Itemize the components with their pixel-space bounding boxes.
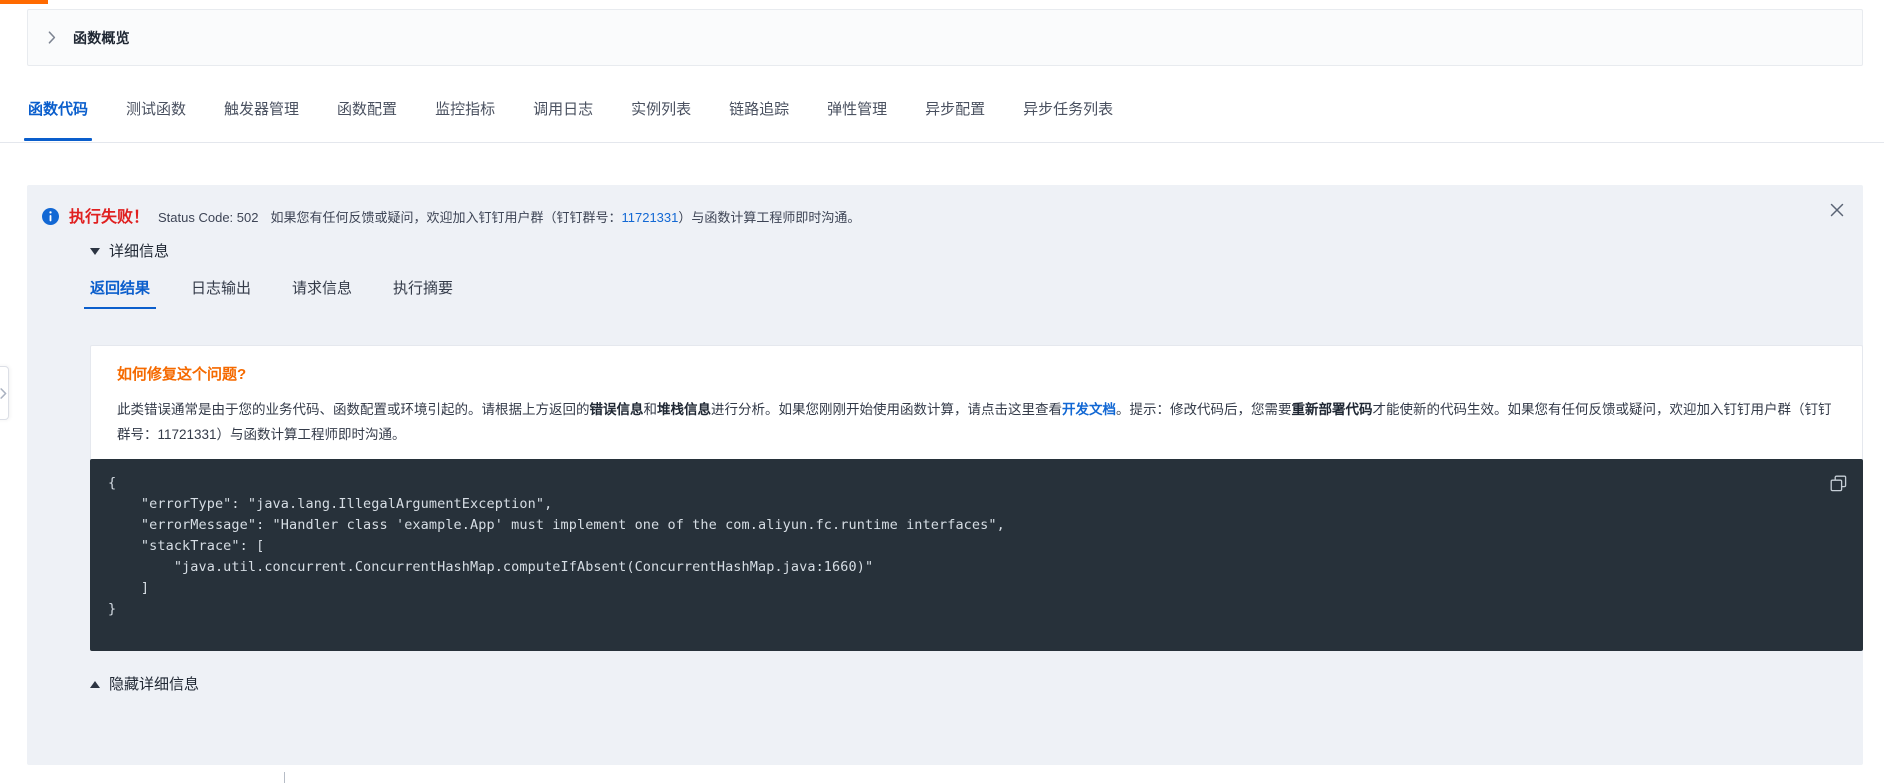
fix-text-4: 。提示：修改代码后，您需要 (1116, 402, 1292, 417)
error-json-block: { "errorType": "java.lang.IllegalArgumen… (90, 459, 1863, 651)
hide-details-toggle[interactable]: 隐藏详细信息 (90, 677, 199, 692)
error-json-content: { "errorType": "java.lang.IllegalArgumen… (108, 475, 1005, 617)
main-tabbar: 函数代码 测试函数 触发器管理 函数配置 监控指标 调用日志 实例列表 链路追踪… (0, 96, 1884, 143)
chevron-right-icon (0, 387, 7, 399)
page-loading-strip (0, 0, 48, 4)
alert-message-prefix: 如果您有任何反馈或疑问，欢迎加入钉钉用户群（钉钉群号： (270, 210, 622, 225)
subtab-log-output[interactable]: 日志输出 (191, 281, 251, 309)
fix-text-3: 进行分析。如果您刚刚开始使用函数计算，请点击这里查看 (711, 402, 1062, 417)
fix-text-2: 和 (643, 402, 658, 417)
tab-monitoring-metrics[interactable]: 监控指标 (435, 96, 495, 117)
tab-async-task-list[interactable]: 异步任务列表 (1023, 96, 1113, 117)
alert-message: Status Code: 502 如果您有任何反馈或疑问，欢迎加入钉钉用户群（钉钉… (158, 207, 860, 226)
bottom-divider-mark (284, 772, 285, 783)
close-icon[interactable] (1826, 199, 1848, 221)
how-to-fix-body: 此类错误通常是由于您的业务代码、函数配置或环境引起的。请根据上方返回的错误信息和… (117, 397, 1836, 447)
sidebar-expand-handle[interactable] (0, 366, 9, 420)
tab-trigger-management[interactable]: 触发器管理 (224, 96, 299, 117)
alert-message-suffix: ）与函数计算工程师即时沟通。 (678, 210, 861, 225)
details-toggle-label: 详细信息 (109, 243, 170, 260)
tab-test-function[interactable]: 测试函数 (126, 96, 186, 117)
developer-docs-link[interactable]: 开发文档 (1062, 402, 1116, 417)
how-to-fix-card: 如何修复这个问题? 此类错误通常是由于您的业务代码、函数配置或环境引起的。请根据… (90, 345, 1863, 468)
function-overview-panel[interactable]: 函数概览 (27, 9, 1863, 66)
tab-instance-list[interactable]: 实例列表 (631, 96, 691, 117)
subtab-request-info[interactable]: 请求信息 (292, 281, 352, 309)
alert-title: 执行失败！ (69, 209, 150, 226)
copy-icon[interactable] (1827, 472, 1849, 494)
subtab-execution-summary[interactable]: 执行摘要 (393, 281, 453, 309)
dingtalk-group-link[interactable]: 11721331 (622, 210, 679, 225)
execution-failure-alert: 执行失败！ Status Code: 502 如果您有任何反馈或疑问，欢迎加入钉钉… (27, 185, 1863, 765)
page-root: 函数概览 函数代码 测试函数 触发器管理 函数配置 监控指标 调用日志 实例列表… (0, 0, 1884, 784)
subtab-return-result[interactable]: 返回结果 (83, 281, 157, 309)
how-to-fix-title: 如何修复这个问题? (117, 366, 247, 383)
tab-function-config[interactable]: 函数配置 (337, 96, 397, 117)
tab-elasticity-management[interactable]: 弹性管理 (827, 96, 887, 117)
tab-async-config[interactable]: 异步配置 (925, 96, 985, 117)
tab-invocation-logs[interactable]: 调用日志 (533, 96, 593, 117)
hide-details-label: 隐藏详细信息 (109, 676, 200, 693)
tab-tracing[interactable]: 链路追踪 (729, 96, 789, 117)
fix-bold-stack-info: 堆栈信息 (657, 402, 711, 417)
caret-up-icon (90, 681, 100, 688)
fix-text-1: 此类错误通常是由于您的业务代码、函数配置或环境引起的。请根据上方返回的 (117, 402, 590, 417)
tab-function-code[interactable]: 函数代码 (23, 96, 93, 141)
details-toggle[interactable]: 详细信息 (90, 244, 169, 259)
fix-bold-error-info: 错误信息 (589, 402, 644, 417)
caret-down-icon (90, 248, 100, 255)
alert-header: 执行失败！ Status Code: 502 如果您有任何反馈或疑问，欢迎加入钉钉… (27, 185, 1863, 227)
page-title: 函数概览 (73, 29, 130, 46)
details-subtabs: 返回结果 日志输出 请求信息 执行摘要 (83, 281, 1863, 309)
alert-status-code: Status Code: 502 (158, 210, 259, 225)
info-circle-icon (42, 208, 59, 225)
fix-bold-redeploy: 重新部署代码 (1291, 402, 1373, 417)
chevron-right-icon[interactable] (42, 28, 62, 48)
